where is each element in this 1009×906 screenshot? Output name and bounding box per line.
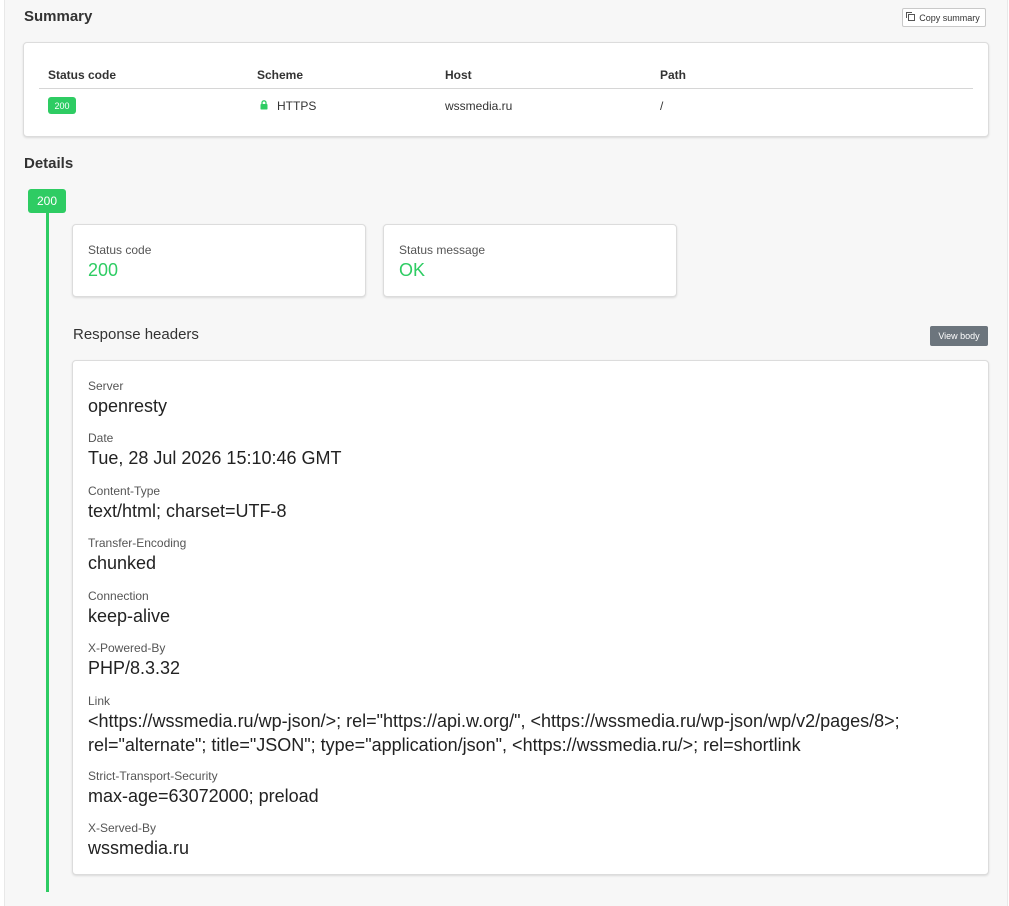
status-message-label: Status message bbox=[399, 243, 486, 257]
status-badge: 200 bbox=[48, 97, 76, 114]
response-headers-heading: Response headers bbox=[73, 326, 199, 343]
col-header-status-code: Status code bbox=[48, 68, 117, 82]
header-name: Date bbox=[88, 431, 114, 445]
summary-table: Status code Scheme Host Path 200 HTTPS w… bbox=[23, 42, 989, 137]
header-value: max-age=63072000; preload bbox=[88, 786, 319, 806]
scheme-value: HTTPS bbox=[277, 99, 317, 113]
col-header-host: Host bbox=[445, 68, 472, 82]
status-message-card: Status message OK bbox=[383, 224, 677, 297]
summary-heading: Summary bbox=[24, 8, 93, 25]
status-code-value: 200 bbox=[88, 260, 119, 280]
header-value: openresty bbox=[88, 396, 168, 416]
col-header-path: Path bbox=[660, 68, 687, 82]
header-name: Link bbox=[88, 694, 111, 708]
status-code-label: Status code bbox=[88, 243, 152, 257]
header-value: PHP/8.3.32 bbox=[88, 658, 181, 678]
header-name: X-Served-By bbox=[88, 821, 157, 835]
status-code-card: Status code 200 bbox=[72, 224, 366, 297]
details-heading: Details bbox=[24, 155, 74, 172]
header-value: keep-alive bbox=[88, 606, 171, 626]
path-value: / bbox=[660, 99, 664, 113]
header-value: chunked bbox=[88, 553, 157, 573]
header-name: Content-Type bbox=[88, 484, 161, 498]
header-value: <https://wssmedia.ru/wp-json/>; rel="htt… bbox=[88, 711, 900, 755]
header-value: Tue, 28 Jul 2026 15:10:46 GMT bbox=[88, 448, 342, 468]
copy-summary-label: Copy summary bbox=[919, 12, 980, 23]
header-value: wssmedia.ru bbox=[88, 838, 190, 858]
view-body-button[interactable]: View body bbox=[930, 326, 988, 346]
host-value: wssmedia.ru bbox=[445, 99, 513, 113]
copy-icon bbox=[906, 12, 916, 21]
copy-summary-button[interactable]: Copy summary bbox=[902, 8, 986, 27]
header-name: Connection bbox=[88, 589, 149, 603]
header-name: Server bbox=[88, 379, 124, 393]
table-header-divider bbox=[39, 88, 973, 89]
timeline-status-badge: 200 bbox=[28, 189, 66, 213]
header-value: text/html; charset=UTF-8 bbox=[88, 501, 287, 521]
header-name: X-Powered-By bbox=[88, 641, 166, 655]
timeline-line bbox=[46, 210, 49, 892]
status-message-value: OK bbox=[399, 260, 426, 280]
col-header-scheme: Scheme bbox=[257, 68, 304, 82]
lock-icon bbox=[260, 100, 268, 110]
header-name: Transfer-Encoding bbox=[88, 536, 187, 550]
header-name: Strict-Transport-Security bbox=[88, 769, 218, 783]
response-headers-list: Server openresty Date Tue, 28 Jul 2026 1… bbox=[72, 360, 989, 875]
